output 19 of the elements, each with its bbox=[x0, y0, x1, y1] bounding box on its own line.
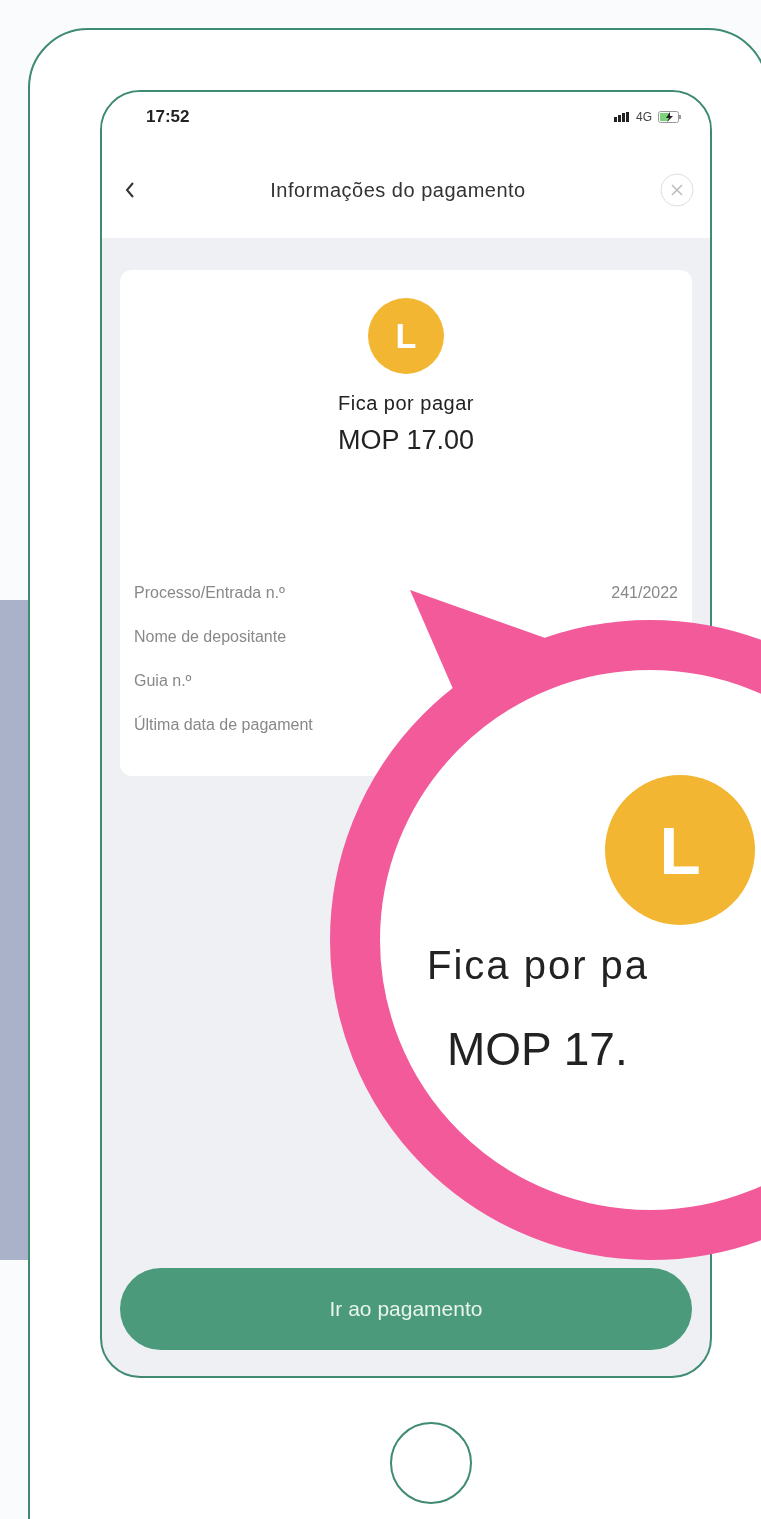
detail-label: Guia n.º bbox=[134, 672, 192, 690]
pay-button[interactable]: Ir ao pagamento bbox=[120, 1268, 692, 1350]
battery-charging-icon bbox=[658, 111, 682, 123]
amount-due: MOP 17.00 bbox=[337, 425, 475, 456]
home-button[interactable] bbox=[390, 1422, 472, 1504]
detail-label: Nome de depositante bbox=[134, 628, 287, 646]
status-label: Fica por pa bbox=[427, 943, 650, 988]
status-label: Fica por pagar bbox=[338, 392, 474, 415]
amount-due: MOP 17. bbox=[447, 1022, 628, 1076]
network-label: 4G bbox=[636, 110, 652, 124]
signal-icon bbox=[614, 112, 630, 122]
back-icon[interactable] bbox=[124, 180, 136, 200]
status-time: 17:52 bbox=[146, 107, 190, 127]
detail-label: Última data de pagament bbox=[134, 716, 313, 734]
page-title: Informações do pagamento bbox=[269, 178, 527, 202]
status-badge: L bbox=[368, 298, 444, 374]
status-badge: L bbox=[605, 775, 755, 925]
detail-label: Processo/Entrada n.º bbox=[134, 584, 285, 602]
detail-value: 241/2022 bbox=[611, 584, 678, 602]
